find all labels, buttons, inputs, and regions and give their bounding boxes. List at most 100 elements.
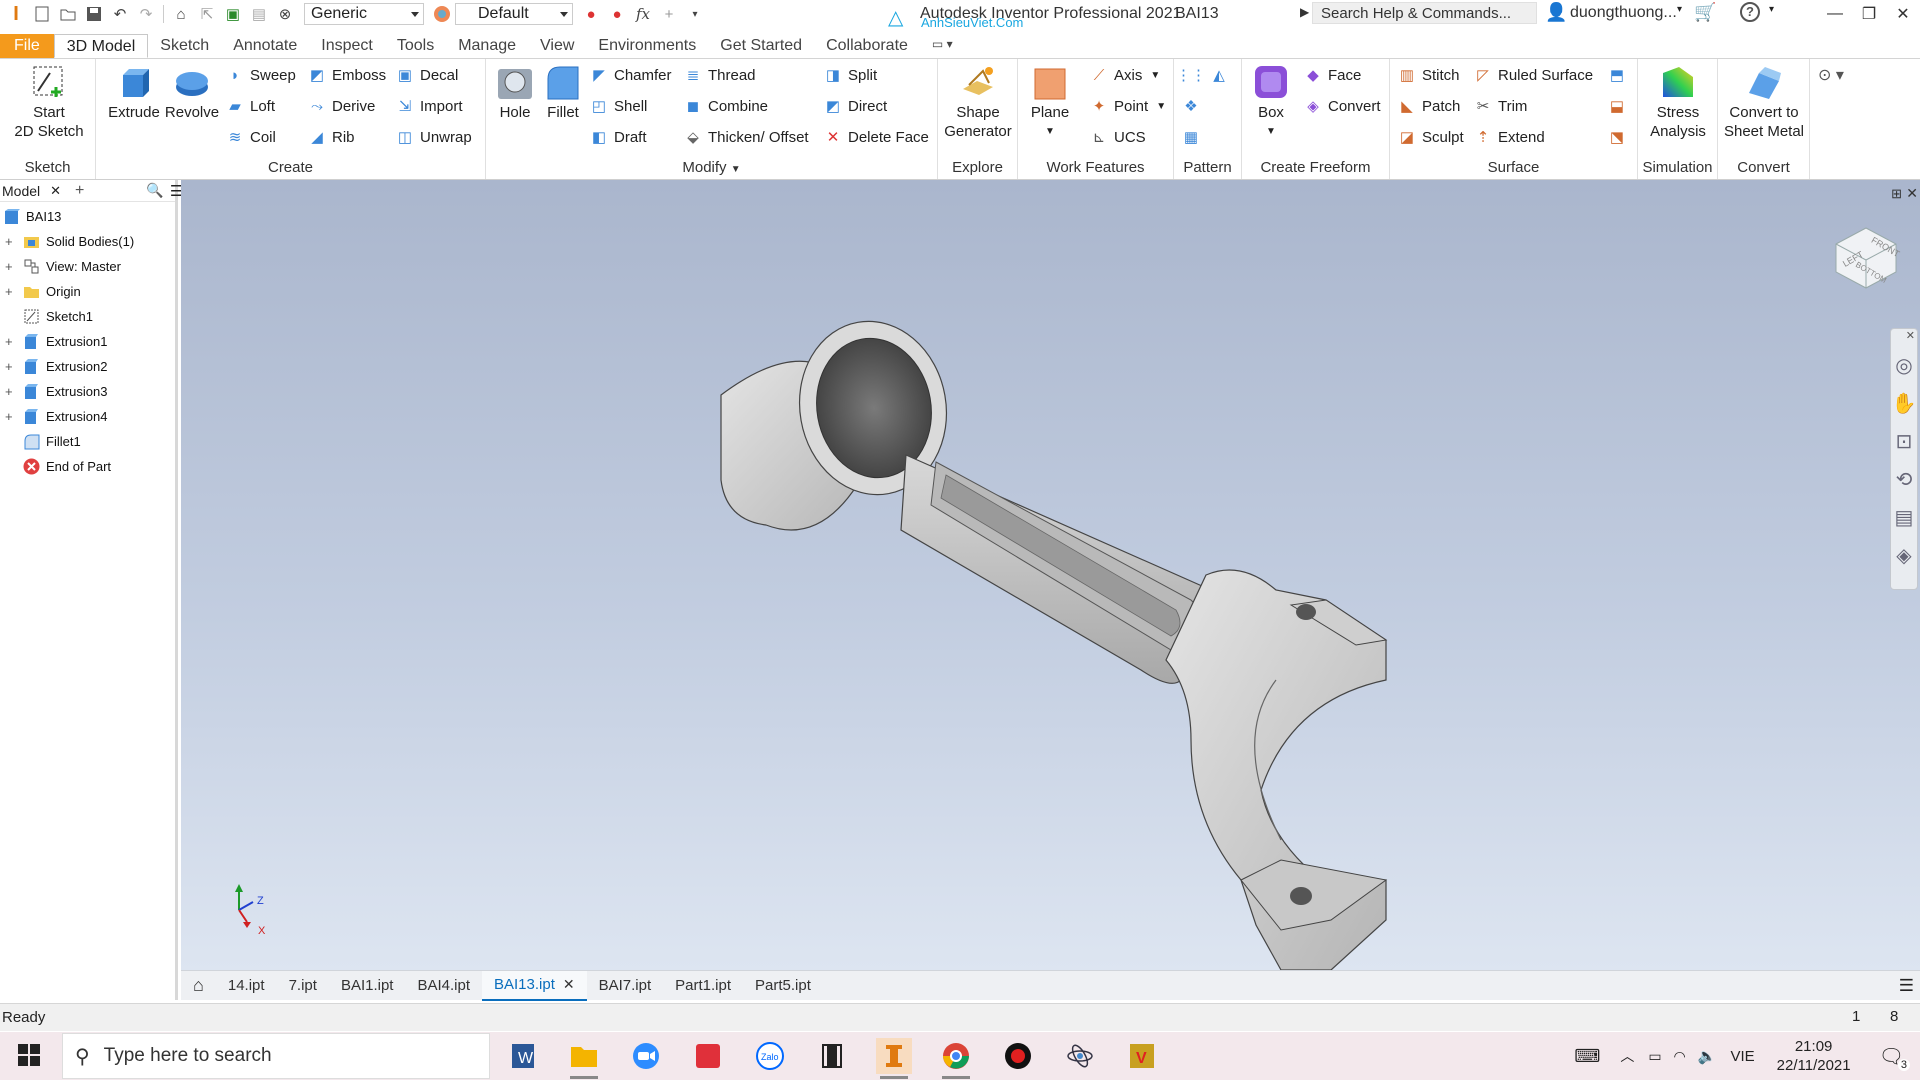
- sweep-button[interactable]: ◗ Sweep: [226, 63, 295, 87]
- tab-inspect[interactable]: Inspect: [309, 34, 385, 58]
- tree-item-end-of-part[interactable]: End of Part: [0, 454, 175, 479]
- coil-button[interactable]: ≋ Coil: [226, 125, 276, 149]
- box-button[interactable]: Box ▼: [1248, 63, 1294, 141]
- trim-button[interactable]: ✂ Trim: [1474, 94, 1528, 118]
- taskbar-inventor-icon[interactable]: [876, 1038, 912, 1079]
- revolve-button[interactable]: Revolve: [162, 63, 222, 122]
- expand-icon[interactable]: +: [5, 410, 15, 423]
- extend-button[interactable]: ⇡ Extend: [1474, 125, 1545, 149]
- ucs-button[interactable]: ⊾ UCS: [1090, 125, 1146, 149]
- notifications-icon[interactable]: 🗨 3: [1879, 1044, 1910, 1071]
- unwrap-button[interactable]: ◫ Unwrap: [396, 125, 472, 149]
- clear-appearance-icon[interactable]: ●: [607, 4, 627, 24]
- tab-environments[interactable]: Environments: [586, 34, 708, 58]
- expand-icon[interactable]: +: [5, 385, 15, 398]
- close-tab-icon[interactable]: ✕: [563, 976, 575, 993]
- hole-button[interactable]: Hole: [492, 63, 538, 122]
- convert-freeform-button[interactable]: ◈ Convert: [1304, 94, 1380, 118]
- steering-wheel-icon[interactable]: ◎: [1891, 353, 1917, 391]
- emboss-button[interactable]: ◩ Emboss: [308, 63, 386, 87]
- tree-item-extrusion1[interactable]: + Extrusion1: [0, 329, 175, 354]
- axis-button[interactable]: ⟋ Axis ▼: [1090, 63, 1161, 87]
- sketch-pattern-button[interactable]: ▦: [1182, 125, 1206, 149]
- extrude-button[interactable]: Extrude: [106, 63, 162, 122]
- restore-viewport-icon[interactable]: ⊞: [1891, 186, 1902, 202]
- zoom-icon[interactable]: ⊡: [1891, 429, 1917, 467]
- shape-generator-button[interactable]: Shape Generator: [942, 63, 1014, 141]
- wifi-icon[interactable]: ◠: [1674, 1048, 1686, 1065]
- combine-button[interactable]: ◼ Combine: [684, 94, 768, 118]
- thread-button[interactable]: ≣ Thread: [684, 63, 756, 87]
- input-language[interactable]: VIE: [1730, 1048, 1754, 1065]
- taskbar-word-icon[interactable]: W: [504, 1038, 540, 1074]
- windows-start-icon[interactable]: [18, 1044, 40, 1071]
- taskbar-zoom-icon[interactable]: [628, 1038, 664, 1074]
- orbit-icon[interactable]: ⟲: [1891, 467, 1917, 505]
- doc-tab[interactable]: Part5.ipt: [743, 971, 823, 1001]
- taskbar-recorder-icon[interactable]: [1000, 1038, 1036, 1074]
- user-name[interactable]: duongthuong...: [1570, 4, 1677, 22]
- tree-item-view-master[interactable]: + View: Master: [0, 254, 175, 279]
- stitch-button[interactable]: ▥ Stitch: [1398, 63, 1460, 87]
- user-icon[interactable]: 👤: [1545, 2, 1567, 23]
- face-button[interactable]: ◆ Face: [1304, 63, 1361, 87]
- tree-item-extrusion2[interactable]: + Extrusion2: [0, 354, 175, 379]
- doc-tab[interactable]: 7.ipt: [277, 971, 329, 1001]
- expand-icon[interactable]: +: [5, 260, 15, 273]
- surface-tool-2-button[interactable]: ⬓: [1608, 94, 1632, 118]
- tab-file[interactable]: File: [0, 34, 54, 58]
- clock[interactable]: 21:09 22/11/2021: [1777, 1037, 1851, 1075]
- inventor-logo-icon[interactable]: I: [6, 3, 26, 25]
- direct-button[interactable]: ◩ Direct: [824, 94, 887, 118]
- ribbon-options-icon[interactable]: ⊙ ▾: [1818, 65, 1844, 85]
- tab-annotate[interactable]: Annotate: [221, 34, 309, 58]
- search-icon[interactable]: 🔍: [146, 182, 163, 199]
- volume-icon[interactable]: 🔈: [1698, 1047, 1717, 1065]
- shell-button[interactable]: ◰ Shell: [590, 94, 647, 118]
- sculpt-button[interactable]: ◪ Sculpt: [1398, 125, 1464, 149]
- material-ball-icon[interactable]: ⊗: [275, 4, 295, 24]
- plane-button[interactable]: Plane ▼: [1022, 63, 1078, 141]
- surface-tool-1-button[interactable]: ⬒: [1608, 63, 1632, 87]
- tab-tools[interactable]: Tools: [385, 34, 446, 58]
- draft-button[interactable]: ◧ Draft: [590, 125, 647, 149]
- close-viewport-icon[interactable]: ✕: [1906, 185, 1918, 202]
- redo-icon[interactable]: ↷: [136, 4, 156, 24]
- look-at-icon[interactable]: ▤: [1891, 505, 1917, 543]
- customize-dropdown-icon[interactable]: ▾: [685, 4, 705, 24]
- pan-hand-icon[interactable]: ✋: [1891, 391, 1917, 429]
- connecting-rod-model[interactable]: [181, 180, 1920, 970]
- thicken-offset-button[interactable]: ⬙ Thicken/ Offset: [684, 125, 808, 149]
- adjust-appearance-icon[interactable]: ●: [581, 4, 601, 24]
- ribbon-display-toggle[interactable]: ▭ ▾: [920, 34, 965, 58]
- tab-collaborate[interactable]: Collaborate: [814, 34, 920, 58]
- ruled-surface-button[interactable]: ◸ Ruled Surface: [1474, 63, 1593, 87]
- expand-arrow-icon[interactable]: ▶: [1300, 5, 1309, 19]
- start-2d-sketch-button[interactable]: Start 2D Sketch: [10, 63, 88, 141]
- parameters-fx-icon[interactable]: fx: [633, 4, 653, 24]
- taskbar-explorer-icon[interactable]: [566, 1038, 602, 1079]
- expand-icon[interactable]: +: [5, 285, 15, 298]
- fillet-button[interactable]: Fillet: [538, 63, 588, 122]
- tabs-menu-icon[interactable]: ☰: [1899, 976, 1914, 996]
- convert-sheet-metal-button[interactable]: Convert to Sheet Metal: [1720, 63, 1808, 141]
- doc-tab[interactable]: BAI7.ipt: [587, 971, 664, 1001]
- restore-icon[interactable]: ❐: [1852, 0, 1886, 28]
- select-icon[interactable]: ⇱: [197, 4, 217, 24]
- taskbar-search-input[interactable]: ⚲ Type here to search: [62, 1033, 490, 1079]
- tree-item-fillet1[interactable]: Fillet1: [0, 429, 175, 454]
- tab-get-started[interactable]: Get Started: [708, 34, 814, 58]
- stress-analysis-button[interactable]: Stress Analysis: [1642, 63, 1714, 141]
- close-icon[interactable]: ✕: [1886, 0, 1920, 28]
- point-button[interactable]: ✦ Point ▼: [1090, 94, 1166, 118]
- tab-sketch[interactable]: Sketch: [148, 34, 221, 58]
- tree-item-origin[interactable]: + Origin: [0, 279, 175, 304]
- home-icon[interactable]: ⌂: [171, 4, 191, 24]
- open-file-icon[interactable]: [58, 4, 78, 24]
- graphics-viewport[interactable]: LEFT FRONT BOTTOM ⊞ ✕ ✕ ◎ ✋ ⊡ ⟲ ▤ ◈ Z X: [181, 180, 1920, 970]
- taskbar-film-icon[interactable]: [814, 1038, 850, 1074]
- rectangular-pattern-button[interactable]: ⋮⋮: [1176, 63, 1206, 87]
- appearance-dropdown[interactable]: Default: [455, 3, 573, 25]
- decal-button[interactable]: ▣ Decal: [396, 63, 458, 87]
- browser-tab-model[interactable]: Model: [2, 183, 40, 199]
